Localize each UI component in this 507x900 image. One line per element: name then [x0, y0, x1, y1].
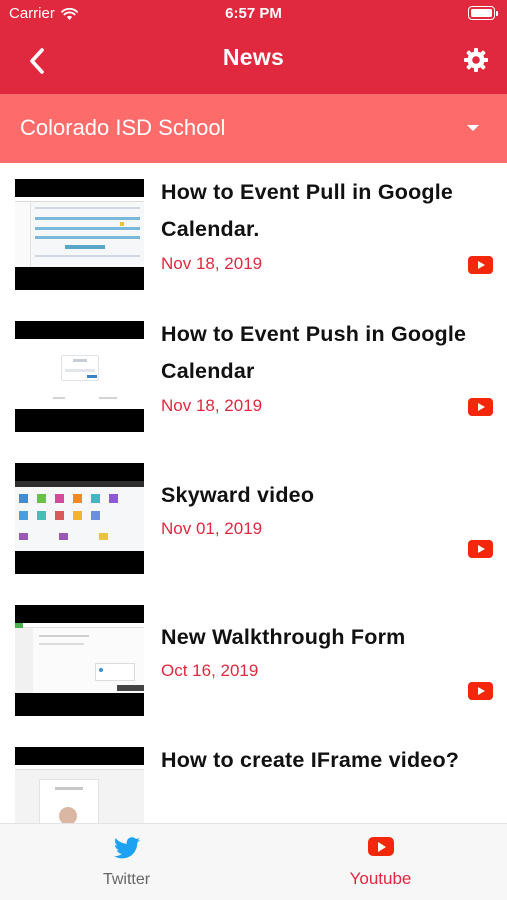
youtube-icon[interactable] [468, 398, 493, 416]
tab-label-youtube: Youtube [349, 869, 412, 888]
tab-twitter[interactable]: Twitter [0, 824, 253, 900]
news-list-item[interactable]: Skyward video Nov 01, 2019 [0, 447, 507, 589]
news-list-item[interactable]: How to Event Push in Google Calendar Nov… [0, 305, 507, 447]
clock: 6:57 PM [225, 5, 282, 22]
video-thumbnail [15, 321, 144, 432]
school-selector-label: Colorado ISD School [20, 115, 226, 140]
video-thumbnail [15, 179, 144, 290]
gear-icon [464, 48, 488, 72]
news-list-item[interactable]: How to Event Pull in Google Calendar. No… [0, 163, 507, 305]
news-date: Nov 01, 2019 [161, 519, 263, 538]
navigation-bar: News [0, 28, 507, 94]
news-title: How to Event Pull in Google Calendar. [161, 180, 454, 241]
video-thumbnail [15, 605, 144, 716]
news-title: How to Event Push in Google Calendar [161, 322, 467, 383]
news-date: Nov 18, 2019 [161, 396, 263, 415]
page-title: News [222, 44, 285, 70]
tab-bar: Twitter Youtube [0, 823, 507, 900]
youtube-icon[interactable] [468, 682, 493, 700]
news-list-item[interactable]: How to create IFrame video? [0, 731, 507, 823]
youtube-icon [367, 837, 394, 856]
news-title: How to create IFrame video? [161, 748, 460, 772]
youtube-icon[interactable] [468, 540, 493, 558]
status-bar: Carrier 6:57 PM [0, 0, 507, 28]
twitter-icon [113, 837, 140, 859]
news-title: New Walkthrough Form [161, 625, 406, 649]
news-list-item[interactable]: New Walkthrough Form Oct 16, 2019 [0, 589, 507, 731]
caret-down-icon [467, 125, 479, 131]
settings-button[interactable] [459, 43, 493, 77]
news-title: Skyward video [161, 483, 315, 507]
news-list[interactable]: How to Event Pull in Google Calendar. No… [0, 163, 507, 823]
tab-youtube[interactable]: Youtube [254, 824, 507, 900]
tab-label-twitter: Twitter [102, 871, 151, 888]
battery-icon [468, 6, 498, 20]
news-date: Oct 16, 2019 [161, 661, 259, 680]
video-thumbnail [15, 747, 144, 823]
youtube-icon[interactable] [468, 256, 493, 274]
news-date: Nov 18, 2019 [161, 254, 263, 273]
school-selector-dropdown[interactable]: Colorado ISD School [0, 94, 507, 163]
video-thumbnail [15, 463, 144, 574]
